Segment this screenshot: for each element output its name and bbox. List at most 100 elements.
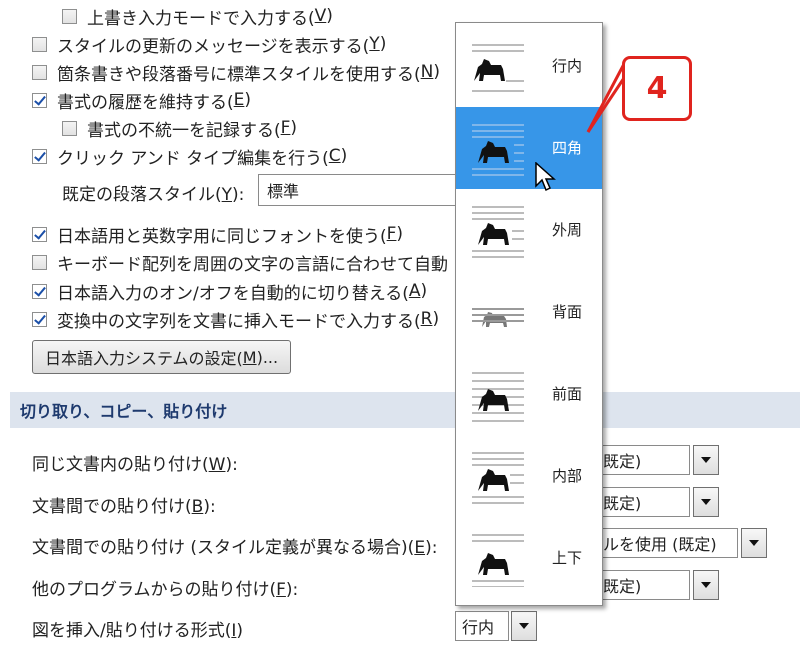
mnemonic: R [420,309,433,329]
wrap-option-tight[interactable]: 外周 [456,189,602,271]
option-label: 上書き入力モードで入力する( [87,8,315,29]
mouse-cursor-icon [535,162,556,192]
wrap-option-label: 内部 [552,467,583,485]
select-value: 既定) [603,494,642,513]
paste-style-conflict-label: 文書間での貼り付け (スタイル定義が異なる場合)(E): [32,533,437,558]
option-ime-auto-toggle[interactable]: 日本語入力のオン/オフを自動的に切り替える(A) [32,277,427,305]
paste-style-conflict-dropdown-button[interactable] [741,528,767,558]
mnemonic: E [233,90,245,110]
suffix: ): [232,185,245,205]
mnemonic: A [408,281,421,301]
suffix: ) [290,118,298,138]
label-text: 既定の段落スタイル( [62,185,222,205]
select-value: ルを使用 (既定) [603,535,717,554]
step-number: 4 [646,71,668,106]
mnemonic: F [276,580,286,600]
option-label: スタイルの更新のメッセージを表示する( [57,36,370,57]
option-normal-style-bullets[interactable]: 箇条書きや段落番号に標準スタイルを使用する(N) [32,58,440,86]
option-label: 書式の不統一を記録する( [87,120,281,141]
paste-between-documents-dropdown-button[interactable] [693,487,719,517]
wrap-in-front-icon [472,372,524,422]
mnemonic: Y [369,34,380,54]
wrap-option-through[interactable]: 内部 [456,435,602,517]
suffix: ) [340,146,348,166]
checkbox[interactable] [62,8,77,24]
wrap-option-label: 前面 [552,385,583,403]
ime-settings-button[interactable]: 日本語入力システムの設定(M)... [32,340,292,374]
wrap-square-icon [472,124,524,176]
suffix: ) [420,281,428,301]
select-value: 既定) [603,452,642,471]
checkbox[interactable] [32,36,47,52]
paste-other-programs-label: 他のプログラムからの貼り付け(F): [32,575,298,600]
checkbox[interactable] [32,226,47,242]
suffix: ) [236,621,244,641]
paste-other-programs-select[interactable]: 既定) [590,570,690,600]
checkbox[interactable] [32,64,47,80]
checkbox[interactable] [32,148,47,164]
checkbox[interactable] [32,254,47,270]
paste-between-documents-select[interactable]: 既定) [590,487,690,517]
paste-between-documents-label: 文書間での貼り付け(B): [32,492,216,517]
suffix: ): [203,497,216,517]
option-insert-mode-convert[interactable]: 変換中の文字列を文書に挿入モードで入力する(R) [32,305,439,333]
suffix: ): [225,455,238,475]
checkbox[interactable] [32,92,47,108]
insert-picture-as-select[interactable]: 行内 [455,611,509,641]
paste-style-conflict-select[interactable]: ルを使用 (既定) [590,528,738,558]
option-label: キーボード配列を周囲の文字の言語に合わせて自動 [57,254,448,275]
default-paragraph-style-select[interactable]: 標準 [258,174,468,206]
wrap-option-label: 行内 [552,57,583,75]
option-label: 書式の履歴を維持する( [57,92,234,113]
paste-other-programs-dropdown-button[interactable] [693,570,719,600]
wrap-option-label: 四角 [552,139,583,157]
option-click-and-type[interactable]: クリック アンド タイプ編集を行う(C) [32,142,347,170]
wrap-option-in-front[interactable]: 前面 [456,353,602,435]
wrap-option-top-bottom[interactable]: 上下 [456,517,602,599]
suffix: ) [379,34,387,54]
option-label: クリック アンド タイプ編集を行う( [57,148,329,169]
wrap-top-bottom-icon [472,534,524,587]
checkbox[interactable] [32,283,47,299]
checkbox[interactable] [62,120,77,136]
paste-same-document-select[interactable]: 既定) [590,445,690,475]
wrap-inline-icon [472,44,524,92]
insert-picture-as-label: 図を挿入/貼り付ける形式(I) [32,616,243,641]
section-header-cut-copy-paste: 切り取り、コピー、貼り付け [10,392,800,428]
option-keyboard-match[interactable]: キーボード配列を周囲の文字の言語に合わせて自動 [32,248,448,276]
label-text: 文書間での貼り付け( [32,497,192,517]
option-label: 日本語用と英数字用に同じフォントを使う( [57,226,387,247]
option-label: 日本語入力のオン/オフを自動的に切り替える( [57,283,409,304]
option-same-font[interactable]: 日本語用と英数字用に同じフォントを使う(F) [32,220,403,248]
mnemonic: F [386,224,397,244]
mnemonic: N [420,62,434,82]
paste-same-document-dropdown-button[interactable] [693,445,719,475]
wrap-through-icon [472,452,524,504]
suffix: ) [433,62,440,82]
option-keep-format-history[interactable]: 書式の履歴を維持する(E) [32,86,251,114]
mnemonic: C [328,146,341,166]
step-callout-badge: 4 [622,56,692,121]
mnemonic: M [242,347,257,367]
button-label: 日本語入力システムの設定( [45,349,243,368]
option-style-update-message[interactable]: スタイルの更新のメッセージを表示する(Y) [32,30,386,58]
label-text: 文書間での貼り付け (スタイル定義が異なる場合)( [32,538,415,558]
mnemonic: W [208,455,226,475]
option-mark-inconsistencies[interactable]: 書式の不統一を記録する(F) [62,114,297,142]
default-paragraph-style-label: 既定の段落スタイル(Y): [62,180,244,205]
suffix: ): [425,538,438,558]
label-text: 他のプログラムからの貼り付け( [32,580,277,600]
wrap-option-behind-text[interactable]: 背面 [456,271,602,353]
checkbox[interactable] [32,311,47,327]
wrap-option-label: 上下 [552,549,583,567]
suffix: )... [256,347,279,367]
mnemonic: Y [221,185,233,205]
mnemonic: V [314,6,327,26]
select-value: 既定) [603,577,642,596]
suffix: ) [326,6,333,26]
insert-picture-as-dropdown-button[interactable] [511,611,537,641]
suffix: ): [285,580,299,600]
wrap-tight-icon [472,206,524,258]
option-label: 箇条書きや段落番号に標準スタイルを使用する( [57,64,421,85]
option-overtype[interactable]: 上書き入力モードで入力する(V) [62,2,333,30]
